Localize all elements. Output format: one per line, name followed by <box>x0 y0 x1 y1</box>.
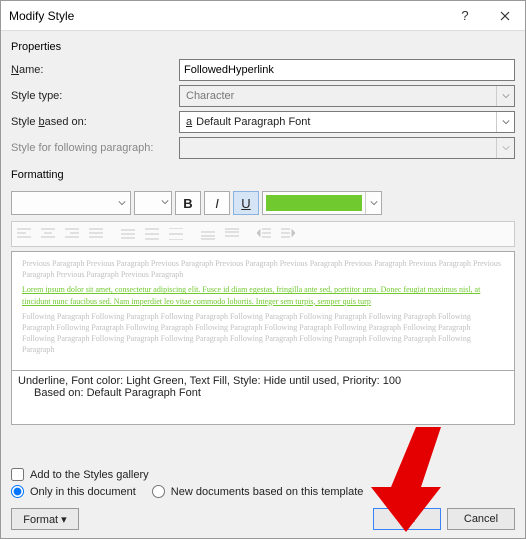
indent-left-icon[interactable] <box>256 226 272 242</box>
font-color-select[interactable] <box>262 191 382 215</box>
add-gallery-checkbox[interactable] <box>11 468 24 481</box>
space-before-icon[interactable] <box>200 226 216 242</box>
new-docs-label: New documents based on this template <box>171 486 364 498</box>
following-para-select <box>179 137 515 159</box>
chevron-down-icon[interactable] <box>496 112 514 132</box>
ok-button[interactable]: OK <box>373 508 441 530</box>
chevron-down-icon[interactable] <box>365 192 381 214</box>
space-after-icon[interactable] <box>224 226 240 242</box>
new-docs-radio[interactable] <box>152 485 165 498</box>
chevron-down-icon[interactable] <box>161 197 169 209</box>
chevron-down-icon <box>496 86 514 106</box>
align-right-icon[interactable] <box>64 226 80 242</box>
font-size-select[interactable] <box>134 191 172 215</box>
following-para-label: Style for following paragraph: <box>11 142 179 154</box>
properties-heading: Properties <box>11 41 515 53</box>
align-justify-icon[interactable] <box>88 226 104 242</box>
formatting-heading: Formatting <box>11 169 515 181</box>
line-spacing-1-icon[interactable] <box>120 226 136 242</box>
format-button[interactable]: Format ▾ <box>11 508 79 530</box>
chevron-down-icon <box>496 138 514 158</box>
only-document-radio[interactable] <box>11 485 24 498</box>
paragraph-toolbar <box>11 221 515 247</box>
indent-right-icon[interactable] <box>280 226 296 242</box>
name-label: Name: <box>11 64 179 76</box>
add-gallery-label: Add to the Styles gallery <box>30 469 149 481</box>
color-swatch <box>266 195 362 211</box>
only-document-label: Only in this document <box>30 486 136 498</box>
dialog-title: Modify Style <box>1 9 445 23</box>
align-center-icon[interactable] <box>40 226 56 242</box>
help-button[interactable]: ? <box>445 1 485 31</box>
close-button[interactable] <box>485 1 525 31</box>
preview-pane: Previous Paragraph Previous Paragraph Pr… <box>11 251 515 371</box>
line-spacing-2-icon[interactable] <box>168 226 184 242</box>
style-type-select: Character <box>179 85 515 107</box>
italic-button[interactable]: I <box>204 191 230 215</box>
bold-button[interactable]: B <box>175 191 201 215</box>
name-input[interactable] <box>179 59 515 81</box>
based-on-label: Style based on: <box>11 116 179 128</box>
cancel-button[interactable]: Cancel <box>447 508 515 530</box>
underline-button[interactable]: U <box>233 191 259 215</box>
align-left-icon[interactable] <box>16 226 32 242</box>
chevron-down-icon[interactable] <box>114 199 130 207</box>
based-on-select[interactable]: aDefault Paragraph Font <box>179 111 515 133</box>
style-description: Underline, Font color: Light Green, Text… <box>11 371 515 425</box>
style-type-label: Style type: <box>11 90 179 102</box>
font-family-select[interactable] <box>11 191 131 215</box>
line-spacing-15-icon[interactable] <box>144 226 160 242</box>
